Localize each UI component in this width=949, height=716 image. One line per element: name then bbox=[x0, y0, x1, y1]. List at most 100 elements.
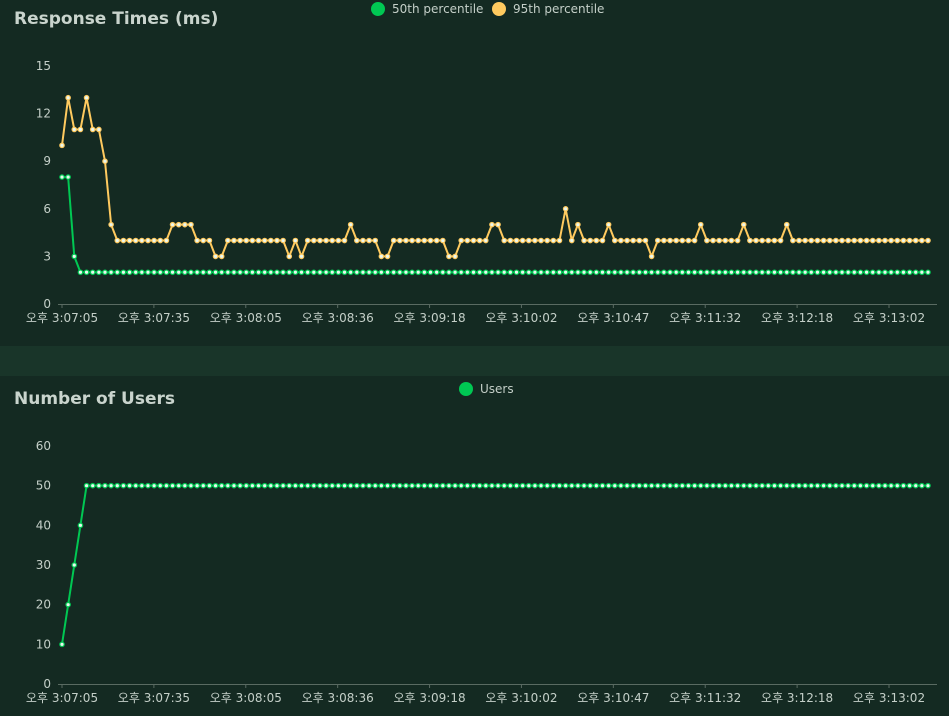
data-point[interactable] bbox=[120, 269, 127, 276]
data-point[interactable] bbox=[814, 269, 821, 276]
data-point[interactable] bbox=[218, 269, 225, 276]
data-point[interactable] bbox=[636, 269, 643, 276]
data-point[interactable] bbox=[753, 482, 759, 489]
data-point[interactable] bbox=[544, 269, 551, 276]
data-point[interactable] bbox=[421, 482, 428, 489]
data-point[interactable] bbox=[759, 237, 765, 244]
data-point[interactable] bbox=[562, 269, 569, 276]
data-point[interactable] bbox=[710, 269, 716, 276]
data-point[interactable] bbox=[876, 237, 882, 244]
data-point[interactable] bbox=[900, 237, 907, 244]
data-point[interactable] bbox=[280, 237, 286, 244]
data-point[interactable] bbox=[740, 482, 747, 489]
data-point[interactable] bbox=[341, 482, 348, 489]
data-point[interactable] bbox=[298, 253, 305, 260]
data-point[interactable] bbox=[452, 482, 458, 489]
data-point[interactable] bbox=[366, 269, 372, 276]
data-point[interactable] bbox=[501, 482, 508, 489]
data-point[interactable] bbox=[691, 269, 698, 276]
data-point[interactable] bbox=[268, 269, 274, 276]
data-point[interactable] bbox=[525, 269, 532, 276]
data-point[interactable] bbox=[280, 482, 286, 489]
data-point[interactable] bbox=[507, 482, 514, 489]
data-point[interactable] bbox=[384, 253, 391, 260]
data-point[interactable] bbox=[145, 269, 151, 276]
data-point[interactable] bbox=[771, 237, 778, 244]
data-point[interactable] bbox=[765, 482, 772, 489]
data-point[interactable] bbox=[562, 206, 569, 212]
data-point[interactable] bbox=[765, 269, 772, 276]
data-point[interactable] bbox=[876, 269, 882, 276]
data-point[interactable] bbox=[532, 482, 538, 489]
data-point[interactable] bbox=[568, 482, 575, 489]
data-point[interactable] bbox=[65, 601, 71, 608]
data-point[interactable] bbox=[513, 482, 520, 489]
data-point[interactable] bbox=[139, 237, 145, 244]
data-point[interactable] bbox=[519, 269, 526, 276]
data-point[interactable] bbox=[317, 237, 323, 244]
data-point[interactable] bbox=[710, 237, 716, 244]
data-point[interactable] bbox=[697, 269, 704, 276]
data-point[interactable] bbox=[163, 482, 170, 489]
data-point[interactable] bbox=[200, 482, 207, 489]
data-point[interactable] bbox=[593, 237, 600, 244]
data-point[interactable] bbox=[568, 269, 575, 276]
data-point[interactable] bbox=[538, 482, 544, 489]
data-point[interactable] bbox=[403, 237, 409, 244]
data-point[interactable] bbox=[820, 482, 827, 489]
data-point[interactable] bbox=[630, 482, 636, 489]
data-point[interactable] bbox=[593, 482, 600, 489]
data-point[interactable] bbox=[255, 237, 262, 244]
data-point[interactable] bbox=[519, 482, 526, 489]
data-point[interactable] bbox=[206, 237, 213, 244]
data-point[interactable] bbox=[857, 482, 864, 489]
data-point[interactable] bbox=[728, 482, 735, 489]
data-point[interactable] bbox=[102, 158, 108, 165]
data-point[interactable] bbox=[212, 253, 219, 260]
data-point[interactable] bbox=[114, 237, 121, 244]
data-point[interactable] bbox=[439, 237, 446, 244]
data-point[interactable] bbox=[218, 482, 225, 489]
data-point[interactable] bbox=[605, 482, 612, 489]
data-point[interactable] bbox=[833, 237, 839, 244]
data-point[interactable] bbox=[704, 269, 710, 276]
legend-marker[interactable] bbox=[492, 2, 506, 16]
data-point[interactable] bbox=[611, 269, 618, 276]
data-point[interactable] bbox=[464, 269, 471, 276]
data-point[interactable] bbox=[182, 221, 188, 228]
data-point[interactable] bbox=[323, 269, 329, 276]
data-point[interactable] bbox=[648, 253, 655, 260]
data-point[interactable] bbox=[341, 237, 348, 244]
data-point[interactable] bbox=[851, 237, 858, 244]
data-point[interactable] bbox=[734, 269, 741, 276]
data-point[interactable] bbox=[882, 482, 888, 489]
data-point[interactable] bbox=[243, 269, 250, 276]
data-point[interactable] bbox=[556, 269, 563, 276]
data-point[interactable] bbox=[648, 482, 655, 489]
data-point[interactable] bbox=[544, 237, 551, 244]
data-point[interactable] bbox=[869, 237, 876, 244]
data-point[interactable] bbox=[575, 482, 581, 489]
data-point[interactable] bbox=[446, 482, 452, 489]
data-point[interactable] bbox=[906, 237, 913, 244]
data-point[interactable] bbox=[802, 269, 808, 276]
data-point[interactable] bbox=[114, 269, 121, 276]
data-point[interactable] bbox=[562, 482, 569, 489]
data-point[interactable] bbox=[231, 269, 237, 276]
data-point[interactable] bbox=[311, 269, 317, 276]
data-point[interactable] bbox=[126, 269, 133, 276]
data-point[interactable] bbox=[876, 482, 882, 489]
data-point[interactable] bbox=[624, 482, 630, 489]
data-point[interactable] bbox=[654, 482, 661, 489]
data-point[interactable] bbox=[919, 482, 925, 489]
data-point[interactable] bbox=[519, 237, 526, 244]
data-point[interactable] bbox=[716, 482, 722, 489]
data-point[interactable] bbox=[728, 269, 735, 276]
data-point[interactable] bbox=[482, 269, 489, 276]
data-point[interactable] bbox=[863, 269, 870, 276]
data-point[interactable] bbox=[618, 482, 624, 489]
data-point[interactable] bbox=[433, 237, 440, 244]
data-point[interactable] bbox=[433, 482, 440, 489]
data-point[interactable] bbox=[495, 482, 501, 489]
data-point[interactable] bbox=[194, 237, 200, 244]
